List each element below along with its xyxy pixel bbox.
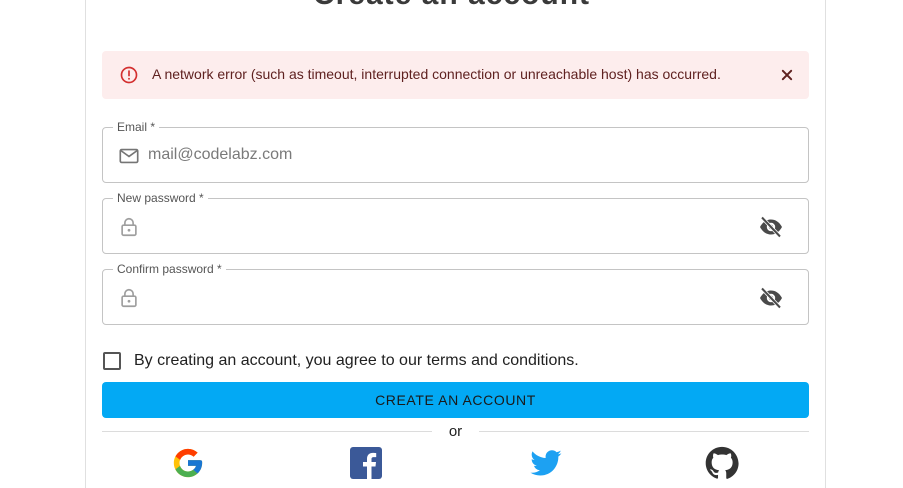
alert-message: A network error (such as timeout, interr… [152, 66, 721, 82]
divider-or: or [448, 423, 463, 440]
lock-icon [118, 287, 140, 309]
mail-icon [118, 145, 140, 167]
confirm-password-label: Confirm password * [113, 262, 226, 276]
new-password-input[interactable] [148, 211, 748, 241]
error-alert: A network error (such as timeout, interr… [102, 51, 809, 99]
visibility-off-icon[interactable] [758, 215, 784, 239]
visibility-off-icon[interactable] [758, 286, 784, 310]
email-label: Email * [113, 120, 160, 134]
email-input[interactable] [148, 140, 748, 170]
facebook-icon[interactable] [348, 446, 384, 480]
terms-row: By creating an account, you agree to our… [102, 350, 579, 372]
divider-line-left [102, 431, 432, 432]
error-outline-icon [119, 65, 139, 85]
twitter-icon[interactable] [527, 446, 563, 480]
terms-label: By creating an account, you agree to our… [134, 352, 579, 369]
confirm-password-field: Confirm password * [102, 262, 809, 325]
page-title: Create an account [0, 0, 903, 12]
new-password-label: New password * [113, 191, 208, 205]
lock-icon [118, 216, 140, 238]
create-account-button[interactable]: CREATE AN ACCOUNT [102, 382, 809, 418]
github-icon[interactable] [704, 446, 740, 480]
email-field: Email * [102, 120, 809, 183]
confirm-password-input[interactable] [148, 282, 748, 312]
new-password-field: New password * [102, 191, 809, 254]
terms-checkbox[interactable] [103, 352, 121, 370]
google-icon[interactable] [170, 446, 206, 480]
divider-line-right [479, 431, 809, 432]
close-icon[interactable] [777, 65, 797, 85]
